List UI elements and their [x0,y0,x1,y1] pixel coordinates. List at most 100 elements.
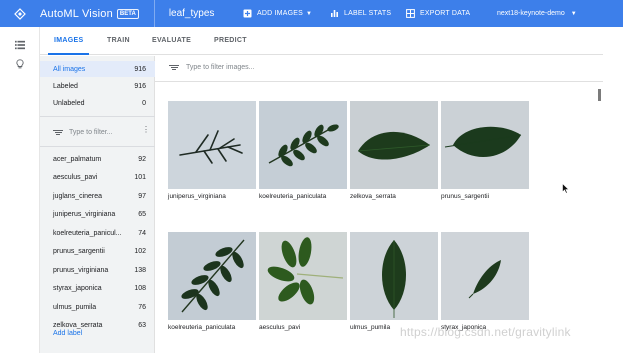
image-thumbnail[interactable] [259,101,347,189]
tab-predict[interactable]: PREDICT [214,27,247,55]
filter-count: 0 [142,99,146,107]
watermark-text: https://blog.csdn.net/gravitylink [400,325,571,339]
palmate-leaf-image [267,237,344,305]
image-card[interactable]: prunus_sargentii [441,101,529,200]
filter-label: Labeled [53,82,78,90]
add-label-link[interactable]: Add label [53,330,82,337]
image-card[interactable]: aesculus_pavi [259,232,347,331]
export-data-label: EXPORT DATA [420,10,471,17]
beta-badge: BETA [116,8,139,19]
label-count: 92 [138,155,146,163]
scrollbar-thumb[interactable] [598,89,601,101]
image-thumbnail[interactable] [350,232,438,320]
elm-leaf-image [382,240,406,318]
image-thumbnail[interactable] [168,101,256,189]
label-name: prunus_sargentii [53,248,105,255]
label-name: zelkova_serrata [53,322,103,329]
mouse-cursor-icon [562,183,570,194]
label-count: 63 [138,322,146,329]
nav-rail [0,27,40,353]
label-name: prunus_virginiana [53,266,109,274]
label-name: juniperus_virginiana [53,211,116,218]
lightbulb-icon[interactable] [14,58,26,70]
divider [155,81,603,82]
label-count: 76 [138,303,146,311]
label-count: 65 [138,211,146,218]
label-name: styrax_japonica [53,285,102,292]
image-filter-input[interactable]: Type to filter images... [169,64,254,71]
list-icon[interactable] [14,39,26,51]
project-caret-icon: ▼ [570,10,577,17]
image-thumbnail[interactable] [350,101,438,189]
image-caption: koelreuteria_paniculata [168,324,236,331]
label-list-item[interactable]: styrax_japonica 108 [40,281,155,297]
add-images-button[interactable]: ADD IMAGES ▼ [243,0,312,27]
table-icon [406,9,415,18]
label-stats-button[interactable]: LABEL STATS [330,0,391,27]
export-data-button[interactable]: EXPORT DATA [406,0,470,27]
app-header: AutoML Vision BETA leaf_types ADD IMAGES… [0,0,623,27]
cherry-leaf-image [444,126,522,158]
image-thumbnail[interactable] [168,232,256,320]
label-count: 101 [134,174,146,181]
bar-chart-icon [331,10,338,17]
product-title: AutoML Vision [40,7,113,20]
project-name: next18-keynote-demo [497,10,565,17]
more-vert-icon[interactable]: ⋮ [142,125,150,134]
image-thumbnail[interactable] [441,101,529,189]
project-selector[interactable]: next18-keynote-demo ▼ [497,0,577,27]
serrated-leaf-image [357,131,431,160]
label-list-item[interactable]: ulmus_pumila 76 [40,299,155,315]
filter-icon [169,65,179,70]
image-caption: aesculus_pavi [259,324,301,331]
image-grid-panel: Type to filter images... juniperus_virgi… [155,56,603,353]
label-name: ulmus_pumila [53,303,97,311]
filter-count: 916 [134,82,146,90]
label-list-item[interactable]: acer_palmatum 92 [40,151,155,167]
label-list-item[interactable]: prunus_virginiana 138 [40,262,155,278]
image-card[interactable]: styrax_japonica [441,232,529,331]
tab-images[interactable]: IMAGES [47,27,90,55]
filter-all-images[interactable]: All images 916 [40,61,155,77]
label-list-item[interactable]: koelreuteria_panicul... 74 [40,225,155,241]
styrax-leaf-image [468,260,501,299]
image-filter-placeholder: Type to filter images... [186,64,255,71]
label-list-item[interactable]: juglans_cinerea 97 [40,188,155,204]
label-list-item[interactable]: prunus_sargentii 102 [40,244,155,260]
divider [40,116,155,117]
compound-leaf-image [181,239,245,313]
image-card[interactable]: juniperus_virginiana [168,101,256,200]
label-filter-input[interactable]: Type to filter... ⋮ [53,125,150,139]
image-thumbnail[interactable] [441,232,529,320]
automl-logo-icon[interactable] [0,0,40,27]
tab-evaluate[interactable]: EVALUATE [152,27,191,55]
compound-leaf-image [268,124,339,167]
filter-labeled[interactable]: Labeled 916 [40,78,155,94]
label-name: aesculus_pavi [53,174,98,181]
label-name: koelreuteria_panicul... [53,229,122,237]
label-stats-label: LABEL STATS [344,10,392,17]
label-filter-placeholder: Type to filter... [69,128,113,136]
filter-label: All images [53,65,86,73]
label-list-item[interactable]: aesculus_pavi 101 [40,170,155,186]
image-caption: prunus_sargentii [441,193,490,200]
tab-train[interactable]: TRAIN [107,27,130,55]
image-card[interactable]: koelreuteria_paniculata [168,232,256,331]
juniper-twig-image [179,130,243,164]
filter-label: Unlabeled [53,99,85,107]
image-thumbnail[interactable] [259,232,347,320]
main-tabs: IMAGES TRAIN EVALUATE PREDICT [40,27,603,55]
label-sidebar: All images 916 Labeled 916 Unlabeled 0 T… [40,56,155,353]
label-count: 108 [134,285,146,292]
label-count: 97 [138,192,146,200]
image-card[interactable]: zelkova_serrata [350,101,438,200]
label-name: acer_palmatum [53,155,102,163]
add-box-icon [243,9,252,18]
image-card[interactable]: ulmus_pumila [350,232,438,331]
dropdown-caret-icon: ▼ [305,10,313,17]
label-list-item[interactable]: juniperus_virginiana 65 [40,207,155,223]
filter-unlabeled[interactable]: Unlabeled 0 [40,95,155,111]
image-card[interactable]: koelreuteria_paniculata [259,101,347,200]
divider [40,146,155,147]
image-caption: juniperus_virginiana [168,193,226,200]
